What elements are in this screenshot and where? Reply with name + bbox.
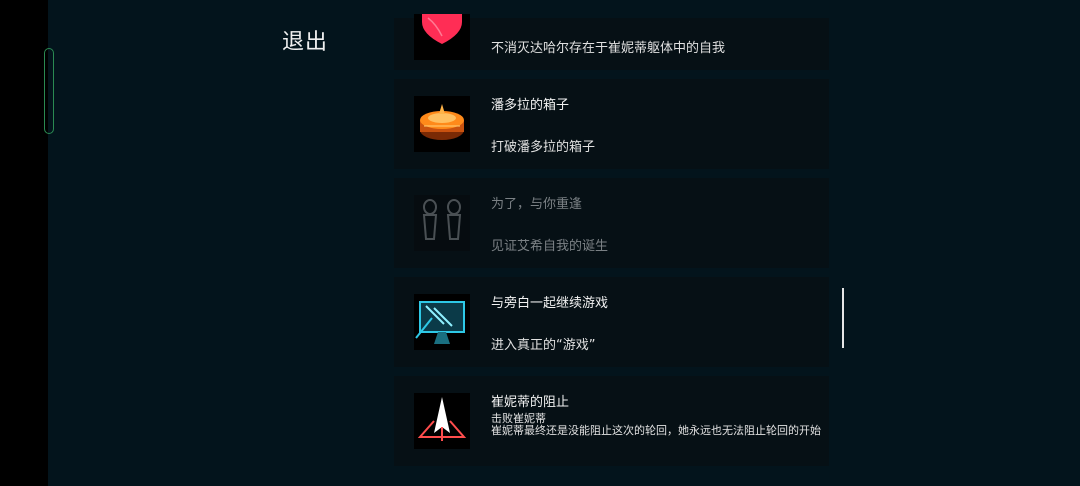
box-icon	[414, 96, 470, 152]
scrollbar[interactable]	[842, 288, 844, 348]
achievement-card[interactable]: 潘多拉的箱子 打破潘多拉的箱子	[394, 79, 829, 169]
achievement-title: 潘多拉的箱子	[491, 98, 570, 113]
achievement-desc-line: 崔妮蒂最终还是没能阻止这次的轮回，她永远也无法阻止轮回的开始	[491, 424, 821, 437]
achievement-card[interactable]: 与旁白一起继续游戏 进入真正的“游戏”	[394, 277, 829, 367]
achievement-card[interactable]: 不消灭达哈尔存在于崔妮蒂躯体中的自我	[394, 14, 829, 70]
twins-icon	[414, 195, 470, 251]
achievements-screen: 退出 不消灭达哈尔存在于崔妮蒂躯体中的自我 潘多拉的箱子 打破潘多拉的箱子 为了…	[44, 0, 1080, 486]
achievement-title: 崔妮蒂的阻止	[491, 395, 570, 410]
edge-handle[interactable]	[44, 48, 54, 134]
exit-button[interactable]: 退出	[282, 24, 328, 56]
achievement-card[interactable]: 为了，与你重逢 见证艾希自我的诞生	[394, 178, 829, 268]
achievement-title: 与旁白一起继续游戏	[491, 296, 609, 311]
achievement-desc: 见证艾希自我的诞生	[491, 239, 609, 254]
achievement-desc: 打破潘多拉的箱子	[491, 140, 596, 155]
achievement-desc: 不消灭达哈尔存在于崔妮蒂躯体中的自我	[491, 41, 726, 56]
achievement-desc: 进入真正的“游戏”	[491, 338, 596, 353]
heart-icon	[414, 14, 470, 60]
achievement-card[interactable]: 崔妮蒂的阻止 击败崔妮蒂 崔妮蒂最终还是没能阻止这次的轮回，她永远也无法阻止轮回…	[394, 376, 829, 466]
monitor-icon	[414, 294, 470, 350]
ship-icon	[414, 393, 470, 449]
achievement-title: 为了，与你重逢	[491, 197, 583, 212]
achievement-desc: 击败崔妮蒂 崔妮蒂最终还是没能阻止这次的轮回，她永远也无法阻止轮回的开始	[491, 413, 821, 437]
